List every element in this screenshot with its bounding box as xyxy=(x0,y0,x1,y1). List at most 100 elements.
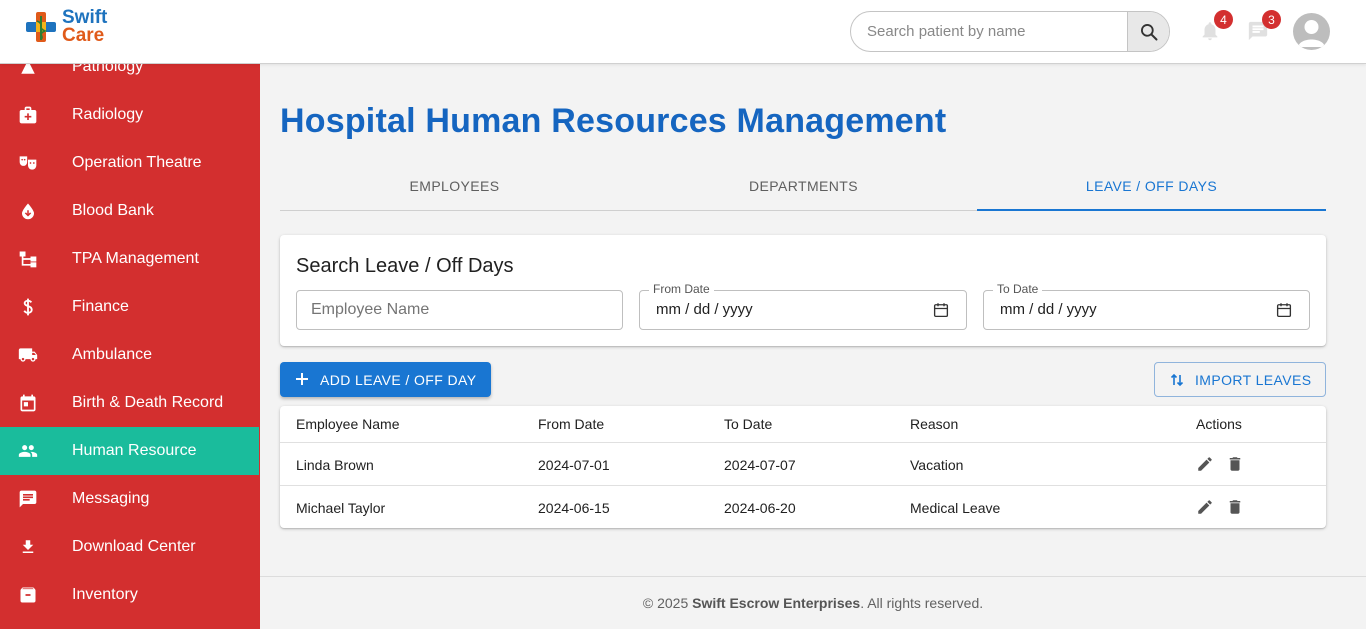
tab-leave-off-days[interactable]: LEAVE / OFF DAYS xyxy=(977,162,1326,211)
sidebar-item-messaging[interactable]: Messaging xyxy=(0,475,259,523)
to-date-cell: 2024-06-20 xyxy=(724,500,796,516)
plus-icon xyxy=(296,373,308,385)
brand-name: Swift Care xyxy=(62,7,108,45)
from-date-cell: 2024-07-01 xyxy=(538,457,610,473)
from-date-label: From Date xyxy=(649,282,714,296)
page-title: Hospital Human Resources Management xyxy=(280,102,947,140)
sidebar-item-inventory[interactable]: Inventory xyxy=(0,571,259,619)
column-header-to-date[interactable]: To Date xyxy=(724,416,772,432)
column-header-reason[interactable]: Reason xyxy=(910,416,958,432)
messages-button[interactable]: 3 xyxy=(1247,10,1281,44)
reason-cell: Vacation xyxy=(910,457,964,473)
sidebar-item-label: Birth & Death Record xyxy=(72,394,224,411)
column-header-from-date[interactable]: From Date xyxy=(538,416,604,432)
edit-icon[interactable] xyxy=(1196,498,1214,516)
footer-prefix: © 2025 xyxy=(642,595,693,611)
sidebar-item-label: Radiology xyxy=(72,106,144,123)
sidebar-item-label: TPA Management xyxy=(72,250,199,267)
column-header-actions: Actions xyxy=(1196,416,1242,432)
truck-icon xyxy=(18,345,38,365)
patient-search xyxy=(850,11,1170,52)
medical-kit-icon xyxy=(18,105,38,125)
employee-name-cell: Michael Taylor xyxy=(296,500,386,516)
table-row: Michael Taylor 2024-06-15 2024-06-20 Med… xyxy=(280,486,1326,528)
to-date-field[interactable]: To Date mm / dd / yyyy xyxy=(983,282,1310,330)
sidebar-item-finance[interactable]: Finance xyxy=(0,283,259,331)
swiftcare-logo[interactable]: Swift Care xyxy=(24,8,112,46)
reason-cell: Medical Leave xyxy=(910,500,1001,516)
chat-icon xyxy=(18,489,38,509)
import-leaves-button[interactable]: IMPORT LEAVES xyxy=(1154,362,1326,397)
table-header-row: Employee Name From Date To Date Reason A… xyxy=(280,406,1326,443)
sidebar-item-label: Human Resource xyxy=(72,442,197,459)
calendar-icon[interactable] xyxy=(932,301,950,319)
search-card-heading: Search Leave / Off Days xyxy=(296,255,514,277)
column-header-employee-name[interactable]: Employee Name xyxy=(296,416,400,432)
sidebar-item-label: Messaging xyxy=(72,490,150,507)
brand-line-1: Swift xyxy=(62,7,108,28)
search-icon xyxy=(1140,23,1157,40)
sidebar-item-blood-bank[interactable]: Blood Bank xyxy=(0,187,259,235)
sidebar-item-birth-death-record[interactable]: Birth & Death Record xyxy=(0,379,259,427)
user-avatar-icon xyxy=(1298,20,1325,47)
calendar-icon xyxy=(18,393,38,413)
sidebar-item-ambulance[interactable]: Ambulance xyxy=(0,331,259,379)
calendar-icon[interactable] xyxy=(1275,301,1293,319)
medical-cross-logo-icon xyxy=(26,12,56,42)
sidebar-item-label: Finance xyxy=(72,298,129,315)
people-icon xyxy=(18,441,38,461)
from-date-cell: 2024-06-15 xyxy=(538,500,610,516)
blood-drop-icon xyxy=(18,201,38,221)
sidebar-item-label: Pathology xyxy=(72,64,144,75)
edit-icon[interactable] xyxy=(1196,455,1214,473)
footer-company: Swift Escrow Enterprises xyxy=(692,595,861,611)
sidebar-item-label: Operation Theatre xyxy=(72,154,202,171)
sidebar-item-label: Inventory xyxy=(72,586,138,603)
page-footer: © 2025 Swift Escrow Enterprises. All rig… xyxy=(260,576,1366,629)
sidebar-item-label: Download Center xyxy=(72,538,196,555)
messages-badge: 3 xyxy=(1262,10,1281,29)
download-icon xyxy=(18,537,38,557)
sidebar: Pathology Radiology Operation Theatre Bl… xyxy=(0,64,260,629)
archive-icon xyxy=(18,585,38,605)
flask-icon xyxy=(18,64,38,77)
table-row: Linda Brown 2024-07-01 2024-07-07 Vacati… xyxy=(280,443,1326,486)
to-date-cell: 2024-07-07 xyxy=(724,457,796,473)
patient-search-input[interactable] xyxy=(851,12,1129,51)
employee-name-input[interactable] xyxy=(297,291,622,329)
sidebar-item-operation-theatre[interactable]: Operation Theatre xyxy=(0,139,259,187)
employee-name-cell: Linda Brown xyxy=(296,457,374,473)
sidebar-item-radiology[interactable]: Radiology xyxy=(0,91,259,139)
from-date-value: mm / dd / yyyy xyxy=(656,301,753,318)
main-content: Hospital Human Resources Management EMPL… xyxy=(260,64,1366,576)
sidebar-item-tpa-management[interactable]: TPA Management xyxy=(0,235,259,283)
hierarchy-icon xyxy=(18,249,38,269)
leave-table: Employee Name From Date To Date Reason A… xyxy=(280,406,1326,528)
notifications-badge: 4 xyxy=(1214,10,1233,29)
sidebar-item-pathology[interactable]: Pathology xyxy=(0,64,259,91)
add-leave-button[interactable]: ADD LEAVE / OFF DAY xyxy=(280,362,491,397)
sidebar-item-label: Blood Bank xyxy=(72,202,154,219)
sidebar-item-human-resource[interactable]: Human Resource xyxy=(0,427,259,475)
employee-name-field xyxy=(296,290,623,330)
top-header: Swift Care 4 3 xyxy=(0,0,1366,64)
to-date-value: mm / dd / yyyy xyxy=(1000,301,1097,318)
search-button[interactable] xyxy=(1127,12,1169,51)
tab-bar: EMPLOYEES DEPARTMENTS LEAVE / OFF DAYS xyxy=(280,162,1326,211)
notifications-button[interactable]: 4 xyxy=(1199,10,1233,44)
theater-masks-icon xyxy=(18,153,38,173)
sidebar-item-download-center[interactable]: Download Center xyxy=(0,523,259,571)
user-avatar[interactable] xyxy=(1293,13,1330,50)
swap-vertical-icon xyxy=(1170,373,1184,387)
delete-icon[interactable] xyxy=(1226,498,1244,516)
sidebar-item-label: Ambulance xyxy=(72,346,153,363)
search-leave-card: Search Leave / Off Days From Date mm / d… xyxy=(280,235,1326,346)
tab-departments[interactable]: DEPARTMENTS xyxy=(629,162,978,210)
add-leave-button-label: ADD LEAVE / OFF DAY xyxy=(320,372,477,388)
from-date-field[interactable]: From Date mm / dd / yyyy xyxy=(639,282,967,330)
to-date-label: To Date xyxy=(993,282,1043,296)
dollar-icon xyxy=(18,297,38,317)
footer-suffix: . All rights reserved. xyxy=(860,595,984,611)
delete-icon[interactable] xyxy=(1226,455,1244,473)
tab-employees[interactable]: EMPLOYEES xyxy=(280,162,629,210)
